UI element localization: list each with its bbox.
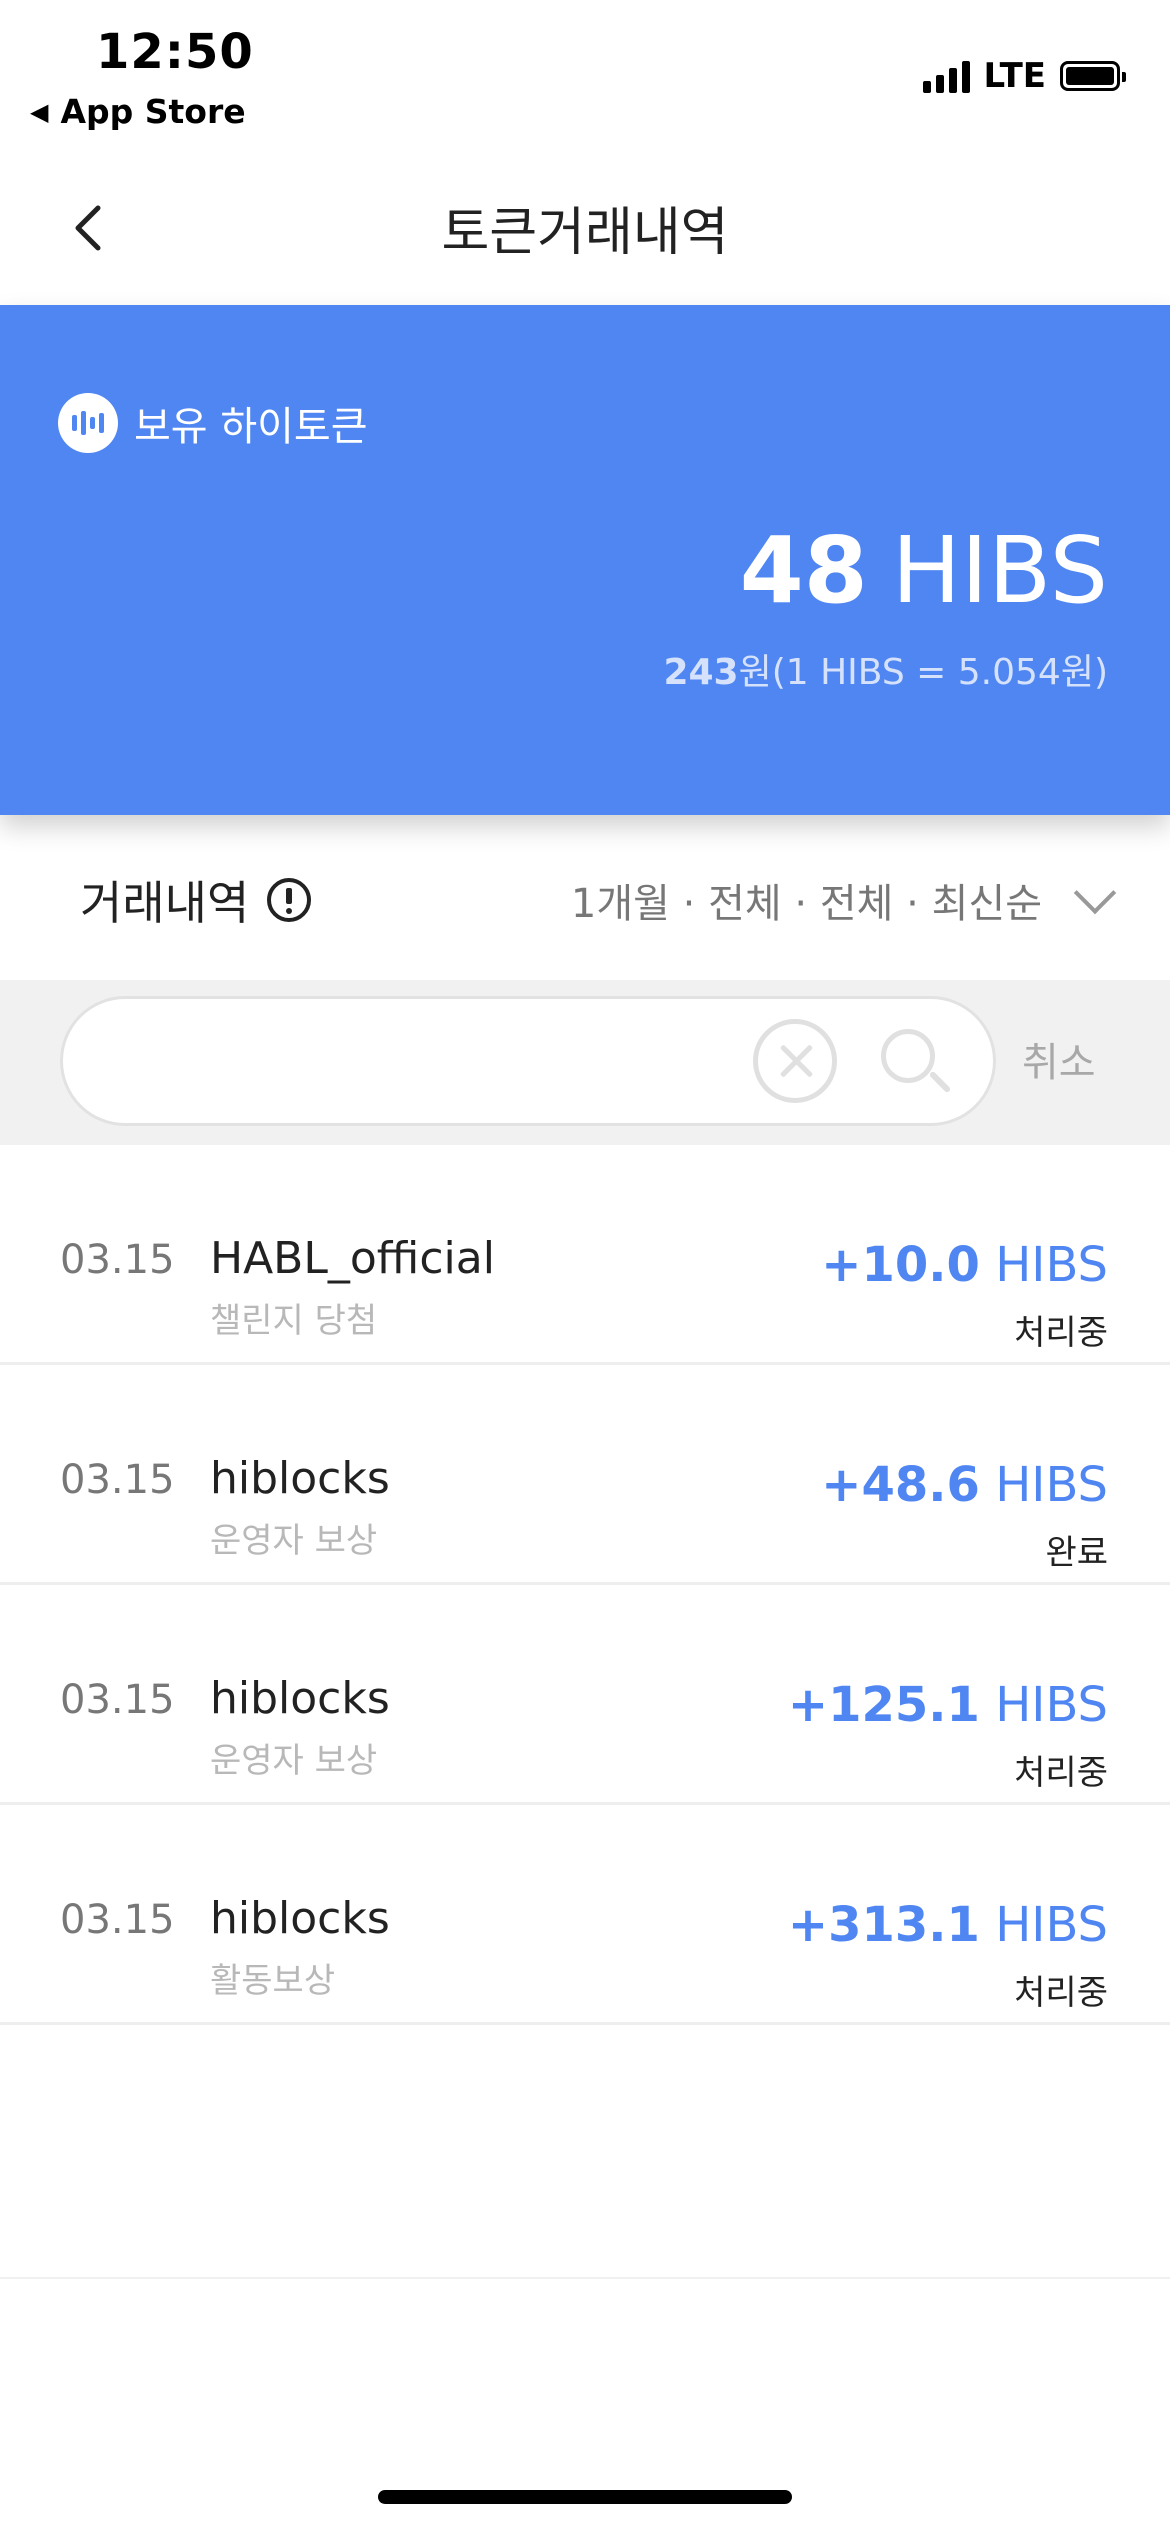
history-title: 거래내역	[80, 876, 250, 930]
back-app-label: App Store	[60, 92, 246, 131]
signal-icon	[922, 59, 970, 93]
krw-value: 243	[663, 652, 739, 693]
hibs-logo-icon	[58, 393, 118, 453]
search-area: 취소	[0, 980, 1170, 1145]
tx-amount: +48.6 HIBS	[821, 1457, 1108, 1513]
tx-date: 03.15	[60, 1457, 175, 1503]
tx-status: 처리중	[1014, 1973, 1108, 2013]
tx-date: 03.15	[60, 1677, 175, 1723]
status-indicators: LTE	[922, 56, 1126, 96]
tx-name: hiblocks	[210, 1893, 390, 1944]
tx-name: hiblocks	[210, 1453, 390, 1504]
tx-amount: +125.1 HIBS	[787, 1677, 1108, 1733]
transaction-list: 03.15 HABL_official 챌린지 당첨 +10.0 HIBS 처리…	[0, 1145, 1170, 2025]
balance-unit: HIBS	[891, 517, 1108, 624]
filter-dropdown[interactable]: 1개월 · 전체 · 전체 · 최신순	[570, 871, 1117, 929]
battery-icon	[1060, 61, 1126, 91]
tx-type: 챌린지 당첨	[210, 1301, 378, 1341]
nav-header: 토큰거래내역	[0, 150, 1170, 305]
balance-krw: 243원(1 HIBS = 5.054원)	[663, 643, 1108, 695]
status-bar: 12:50 ◀ App Store LTE	[0, 0, 1170, 150]
tx-status: 처리중	[1014, 1753, 1108, 1793]
tx-name: hiblocks	[210, 1673, 390, 1724]
back-triangle-icon: ◀	[30, 97, 49, 126]
network-label: LTE	[983, 56, 1046, 96]
filter-label: 1개월 · 전체 · 전체 · 최신순	[570, 881, 1042, 927]
tx-status: 처리중	[1014, 1313, 1108, 1353]
transaction-row[interactable]: 03.15 hiblocks 운영자 보상 +125.1 HIBS 처리중	[0, 1585, 1170, 1805]
tx-type: 운영자 보상	[210, 1521, 378, 1561]
chevron-down-icon	[1073, 871, 1117, 915]
cancel-button[interactable]: 취소	[1022, 1030, 1096, 1088]
search-icon[interactable]	[881, 1029, 952, 1099]
history-header: 거래내역 1개월 · 전체 · 전체 · 최신순	[0, 815, 1170, 980]
transaction-row[interactable]: 03.15 HABL_official 챌린지 당첨 +10.0 HIBS 처리…	[0, 1145, 1170, 1365]
clear-icon[interactable]	[753, 1019, 837, 1103]
transaction-row[interactable]: 03.15 hiblocks 운영자 보상 +48.6 HIBS 완료	[0, 1365, 1170, 1585]
back-to-app-link[interactable]: ◀ App Store	[30, 92, 246, 131]
divider	[0, 2277, 1170, 2279]
home-indicator[interactable]	[378, 2490, 792, 2504]
balance-label-row: 보유 하이토큰	[58, 393, 368, 453]
tx-type: 운영자 보상	[210, 1741, 378, 1781]
tx-amount: +10.0 HIBS	[821, 1237, 1108, 1293]
balance-amount: 48 HIBS	[740, 517, 1108, 624]
page-title: 토큰거래내역	[441, 203, 729, 263]
tx-date: 03.15	[60, 1237, 175, 1283]
tx-type: 활동보상	[210, 1961, 336, 2001]
info-icon[interactable]	[267, 878, 312, 922]
search-box[interactable]	[60, 996, 996, 1126]
search-input[interactable]	[103, 1029, 747, 1095]
balance-card: 보유 하이토큰 48 HIBS 243원(1 HIBS = 5.054원)	[0, 305, 1170, 815]
history-title-row: 거래내역	[80, 867, 312, 933]
tx-date: 03.15	[60, 1897, 175, 1943]
transaction-row[interactable]: 03.15 hiblocks 활동보상 +313.1 HIBS 처리중	[0, 1805, 1170, 2025]
tx-name: HABL_official	[210, 1233, 495, 1284]
tx-status: 완료	[1045, 1533, 1108, 1573]
krw-rate: 원(1 HIBS = 5.054원)	[738, 652, 1108, 693]
tx-amount: +313.1 HIBS	[787, 1897, 1108, 1953]
balance-label: 보유 하이토큰	[134, 404, 368, 450]
balance-number: 48	[739, 517, 868, 624]
status-time: 12:50	[96, 24, 254, 80]
